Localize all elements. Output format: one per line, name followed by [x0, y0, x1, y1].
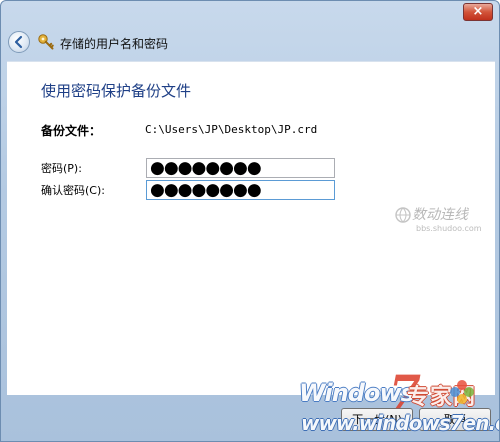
backup-file-path: C:\Users\JP\Desktop\JP.crd: [145, 123, 318, 136]
title-bar: ×: [1, 1, 499, 25]
confirm-password-input[interactable]: ●●●●●●●●: [146, 180, 335, 200]
watermark-url-text: bbs.shudoo.com: [416, 224, 482, 233]
button-bar: 下一步(N) 取消: [1, 394, 499, 441]
cancel-button[interactable]: 取消: [419, 408, 491, 431]
close-icon: ×: [472, 4, 484, 19]
close-button[interactable]: ×: [463, 3, 493, 21]
watermark-script-text: 数动连线: [412, 207, 468, 223]
navigation-bar: 存储的用户名和密码: [1, 25, 499, 59]
shudoo-watermark: 数动连线 bbs.shudoo.com: [394, 202, 499, 242]
dialog-window: × 存储的用户名和密码 使用密码保护备份文件 备份文件： C:\Users\JP…: [0, 0, 500, 442]
window-title: 存储的用户名和密码: [60, 37, 169, 51]
watermark-globe-icon: [395, 207, 411, 223]
password-label: 密码(P):: [41, 162, 82, 175]
next-button[interactable]: 下一步(N): [341, 408, 413, 431]
password-input[interactable]: ●●●●●●●●: [146, 158, 335, 178]
back-arrow-icon: [14, 35, 23, 49]
confirm-password-label: 确认密码(C):: [41, 184, 105, 197]
page-heading: 使用密码保护备份文件: [41, 82, 192, 100]
back-button[interactable]: [8, 31, 30, 53]
backup-file-label: 备份文件：: [41, 124, 102, 138]
content-panel: 使用密码保护备份文件 备份文件： C:\Users\JP\Desktop\JP.…: [7, 61, 495, 395]
key-icon: [38, 34, 54, 50]
